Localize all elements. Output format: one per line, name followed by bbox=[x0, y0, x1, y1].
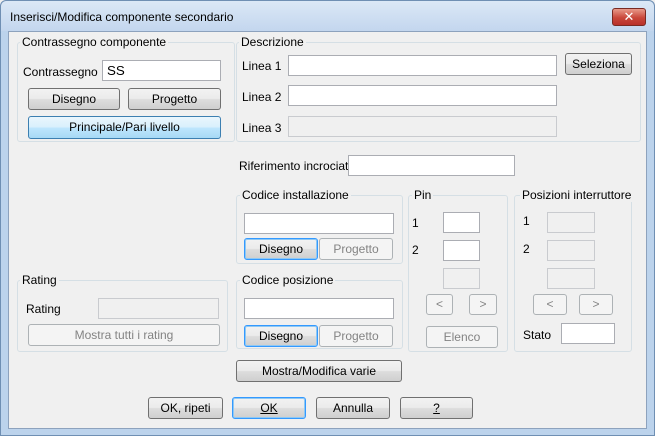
posizione-next-button[interactable]: > bbox=[579, 294, 613, 315]
mostra-tutti-rating-button[interactable]: Mostra tutti i rating bbox=[28, 324, 220, 346]
posizione-3-input[interactable] bbox=[547, 268, 595, 289]
posizione-2-input[interactable] bbox=[547, 240, 595, 261]
pin-prev-button[interactable]: < bbox=[426, 294, 453, 315]
pin-elenco-button[interactable]: Elenco bbox=[426, 326, 498, 348]
window-title: Inserisci/Modifica componente secondario bbox=[10, 10, 234, 24]
linea2-input[interactable] bbox=[288, 85, 557, 106]
linea1-input[interactable] bbox=[288, 55, 557, 76]
ok-button[interactable]: OK bbox=[232, 397, 306, 419]
linea3-label: Linea 3 bbox=[242, 121, 282, 135]
posizione-1-label: 1 bbox=[523, 214, 530, 228]
codice-installazione-progetto-button[interactable]: Progetto bbox=[319, 238, 393, 260]
pin-group-title: Pin bbox=[412, 188, 434, 202]
contrassegno-disegno-button[interactable]: Disegno bbox=[28, 88, 120, 110]
rating-label: Rating bbox=[26, 302, 61, 316]
posizioni-interruttore-title: Posizioni interruttore bbox=[520, 188, 634, 202]
pin-2-input[interactable] bbox=[443, 240, 480, 261]
help-button[interactable]: ? bbox=[400, 397, 473, 419]
posizione-prev-button[interactable]: < bbox=[533, 294, 567, 315]
close-icon: ✕ bbox=[623, 9, 635, 24]
pin-next-button[interactable]: > bbox=[469, 294, 497, 315]
dialog-window: Inserisci/Modifica componente secondario… bbox=[0, 0, 655, 436]
codice-posizione-progetto-button[interactable]: Progetto bbox=[319, 325, 393, 347]
descrizione-group-title: Descrizione bbox=[239, 35, 306, 49]
posizione-1-input[interactable] bbox=[547, 212, 595, 233]
codice-posizione-input[interactable] bbox=[244, 298, 394, 319]
ok-ripeti-label: OK, ripeti bbox=[160, 401, 211, 415]
linea1-label: Linea 1 bbox=[242, 59, 282, 73]
codice-installazione-title: Codice installazione bbox=[240, 188, 351, 202]
close-button[interactable]: ✕ bbox=[612, 8, 646, 26]
seleziona-button[interactable]: Seleziona bbox=[565, 53, 632, 75]
contrassegno-group-title: Contrassegno componente bbox=[20, 35, 169, 49]
annulla-label: Annulla bbox=[332, 401, 374, 415]
rating-group-title: Rating bbox=[20, 273, 59, 287]
riferimento-label: Riferimento incrociato bbox=[239, 159, 356, 173]
contrassegno-progetto-button[interactable]: Progetto bbox=[128, 88, 221, 110]
stato-label: Stato bbox=[523, 328, 552, 342]
ok-ripeti-button[interactable]: OK, ripeti bbox=[148, 397, 223, 419]
help-label: ? bbox=[433, 401, 440, 415]
codice-installazione-input[interactable] bbox=[244, 213, 394, 234]
posizione-2-label: 2 bbox=[523, 242, 530, 256]
annulla-button[interactable]: Annulla bbox=[316, 397, 390, 419]
mostra-modifica-varie-button[interactable]: Mostra/Modifica varie bbox=[236, 360, 402, 382]
dialog-client-area: Contrassegno componente Contrassegno Dis… bbox=[8, 31, 647, 429]
linea2-label: Linea 2 bbox=[242, 90, 282, 104]
codice-posizione-disegno-button[interactable]: Disegno bbox=[244, 325, 318, 347]
rating-input[interactable] bbox=[98, 298, 219, 319]
stato-input[interactable] bbox=[561, 323, 615, 344]
pin-1-label: 1 bbox=[412, 216, 419, 230]
pin-1-input[interactable] bbox=[443, 212, 480, 233]
riferimento-input[interactable] bbox=[348, 155, 515, 176]
title-bar[interactable]: Inserisci/Modifica componente secondario… bbox=[1, 1, 654, 31]
contrassegno-input[interactable] bbox=[102, 60, 221, 81]
linea3-input[interactable] bbox=[288, 116, 557, 137]
pin-3-input[interactable] bbox=[443, 268, 480, 289]
codice-installazione-disegno-button[interactable]: Disegno bbox=[244, 238, 318, 260]
codice-posizione-title: Codice posizione bbox=[240, 273, 336, 287]
contrassegno-label: Contrassegno bbox=[23, 65, 98, 79]
ok-label: OK bbox=[260, 401, 278, 415]
pin-2-label: 2 bbox=[412, 243, 419, 257]
principale-pari-livello-button[interactable]: Principale/Pari livello bbox=[28, 116, 221, 139]
